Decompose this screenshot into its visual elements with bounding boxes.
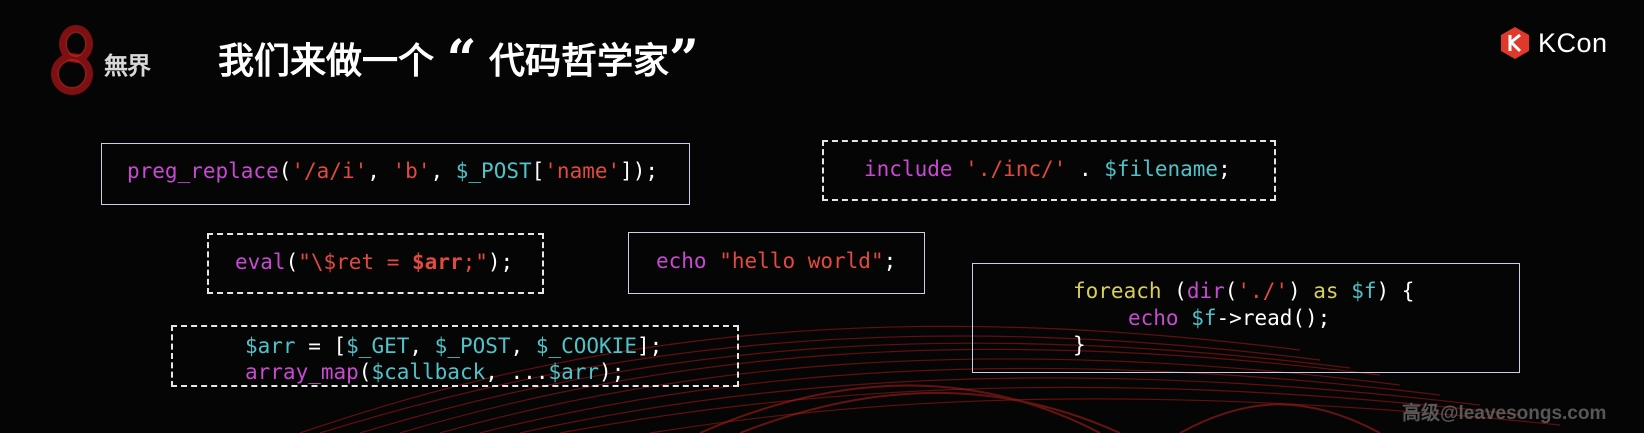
- code-token: ,: [430, 159, 456, 183]
- title-close-quote: ”: [669, 29, 699, 90]
- code-token: foreach: [1073, 279, 1162, 303]
- code-token: ;: [1218, 157, 1231, 181]
- code-line: foreach (dir('./') as $f) {: [1073, 278, 1519, 305]
- code-token: ,: [409, 334, 435, 358]
- kcon-brand: KCon: [1498, 26, 1608, 60]
- code-box-preg-replace: preg_replace('/a/i', 'b', $_POST['name']…: [101, 143, 690, 205]
- code-token: ;: [883, 249, 897, 273]
- code-box-eval: eval("\$ret = $arr;");: [207, 233, 544, 294]
- kcon-text: KCon: [1538, 27, 1608, 58]
- code-token: $_GET: [346, 334, 410, 358]
- code-token: ;": [462, 250, 488, 274]
- code-box-array-map: $arr = [$_GET, $_POST, $_COOKIE]; array_m…: [171, 325, 739, 387]
- code-token: $_COOKIE: [535, 334, 637, 358]
- code-token: ->read();: [1216, 306, 1331, 330]
- code-token: include: [864, 157, 953, 181]
- title-open-quote: “: [446, 29, 477, 90]
- code-token: .: [1066, 157, 1105, 181]
- code-token: ,: [367, 159, 393, 183]
- code-token: );: [487, 250, 514, 274]
- code-line: }: [1073, 332, 1519, 359]
- code-token: = [: [295, 334, 347, 358]
- code-token: as: [1300, 279, 1352, 303]
- code-box-foreach: foreach (dir('./') as $f) {echo $f->read…: [972, 263, 1520, 373]
- code-token: 'b': [392, 159, 431, 183]
- code-token: (: [278, 159, 292, 183]
- code-token: ) {: [1376, 279, 1415, 303]
- code-token: echo: [656, 249, 707, 273]
- code-token: $arr: [548, 360, 600, 384]
- code-line: echo $f->read();: [1073, 305, 1519, 332]
- code-line: array_map($callback, ...$arr);: [245, 359, 737, 385]
- code-token: eval: [235, 250, 286, 274]
- code-token: 'name': [544, 159, 621, 183]
- code-token: $_POST: [434, 334, 511, 358]
- logo-text: 無界: [104, 51, 151, 80]
- code-token: echo: [1128, 306, 1179, 330]
- code-token: (: [1161, 279, 1187, 303]
- code-token: (: [1224, 279, 1238, 303]
- code-token: ];: [636, 334, 663, 358]
- code-token: preg_replace: [127, 159, 279, 183]
- code-token: );: [599, 360, 625, 384]
- watermark: 高级@leavesongs.com: [1402, 403, 1607, 424]
- code-token: , ...: [485, 360, 549, 384]
- code-token: $f: [1191, 306, 1217, 330]
- code-token: (: [285, 250, 299, 274]
- code-token: "\$ret =: [298, 250, 413, 274]
- code-token: ): [1287, 279, 1301, 303]
- code-token: $arr: [245, 334, 296, 358]
- code-token: './': [1237, 279, 1288, 303]
- code-token: [: [531, 159, 545, 183]
- code-box-include: include './inc/' . $filename;: [822, 140, 1276, 201]
- code-token: $arr: [412, 250, 463, 274]
- title-phrase: 代码哲学家: [489, 41, 670, 82]
- code-token: '/a/i': [291, 159, 368, 183]
- title-prefix: 我们来做一个: [218, 41, 435, 82]
- code-token: (: [358, 360, 372, 384]
- code-token: './inc/': [965, 157, 1067, 181]
- code-token: }: [1073, 333, 1086, 357]
- code-box-echo: echo "hello world";: [628, 232, 925, 294]
- code-token: dir: [1186, 279, 1225, 303]
- kcon-logo-icon: [1501, 27, 1529, 59]
- page-title: 我们来做一个 “ 代码哲学家”: [218, 32, 699, 86]
- code-token: $_POST: [455, 159, 532, 183]
- code-line: $arr = [$_GET, $_POST, $_COOKIE];: [245, 333, 737, 359]
- code-token: $filename: [1104, 157, 1219, 181]
- code-token: array_map: [245, 360, 359, 384]
- code-token: $callback: [371, 360, 486, 384]
- code-token: ,: [510, 334, 536, 358]
- code-token: $f: [1351, 279, 1377, 303]
- code-token: ]);: [620, 159, 659, 183]
- code-token: "hello world": [719, 249, 884, 273]
